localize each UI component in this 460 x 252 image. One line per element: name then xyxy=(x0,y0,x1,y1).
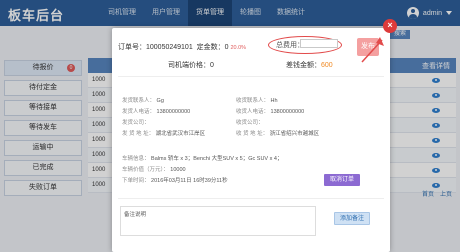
driver-price-row: 司机端价格：0 xyxy=(168,60,214,70)
field-label: 车辆信息： xyxy=(122,156,150,162)
deposit-value: 0 xyxy=(224,44,229,51)
field-label: 下单时间： xyxy=(122,178,150,184)
note-label: 备注说明 xyxy=(124,212,147,218)
field-value: 湖北省武汉市江岸区 xyxy=(155,131,206,137)
cancel-order-button[interactable]: 取消订单 xyxy=(324,174,360,186)
field-label: 发货公司： xyxy=(122,120,150,126)
price-diff-row: 差钱金额：600 xyxy=(286,60,333,70)
field-label: 发 货 地 址： xyxy=(122,131,155,137)
receiver-address: 收 货 地 址： 浙江省绍兴市越城区 xyxy=(236,129,319,137)
order-detail-modal: 订单号：100050249101 定金数：0 20.0% 总费用： 发布 司机端… xyxy=(112,28,390,252)
field-label: 收货公司： xyxy=(236,120,264,126)
receiver-phone: 收货人电话： 13800000000 xyxy=(236,107,304,115)
deposit-percent: 20.0% xyxy=(230,45,247,51)
driver-price-value: 0 xyxy=(210,62,214,69)
field-value: Balms 轿车 x 3；Benchi 大型SUV x 5；Gc SUV x 4… xyxy=(151,156,283,162)
publish-button[interactable]: 发布 xyxy=(357,38,379,56)
field-label: 发货人电话： xyxy=(122,109,156,115)
field-label: 车辆价值（万元）： xyxy=(122,167,169,173)
field-value: 13800000000 xyxy=(156,109,191,115)
note-textarea[interactable]: 备注说明 xyxy=(120,206,316,236)
sender-address: 发 货 地 址： 湖北省武汉市江岸区 xyxy=(122,129,205,137)
car-info: 车辆信息： Balms 轿车 x 3；Benchi 大型SUV x 5；Gc S… xyxy=(122,154,282,162)
receiver-name: 收货联系人： Hh xyxy=(236,96,278,104)
field-value: 浙江省绍兴市越城区 xyxy=(269,131,320,137)
field-value: 13800000000 xyxy=(270,109,305,115)
order-no-value: 100050249101 xyxy=(146,44,193,51)
price-diff-label: 差钱金额： xyxy=(286,62,321,69)
field-label: 收货联系人： xyxy=(236,98,270,104)
total-fee-input[interactable] xyxy=(300,39,338,48)
order-time: 下单时间： 2016年03月11日 16时39分11秒 xyxy=(122,176,228,184)
price-diff-value: 600 xyxy=(321,62,333,69)
field-label: 收 货 地 址： xyxy=(236,131,269,137)
car-value: 车辆价值（万元）： 10000 xyxy=(122,165,186,173)
receiver-company: 收货公司： xyxy=(236,118,264,126)
field-value: Gg xyxy=(156,98,164,104)
sender-company: 发货公司： xyxy=(122,118,150,126)
field-value: Hh xyxy=(270,98,278,104)
add-note-button[interactable]: 添加备注 xyxy=(334,212,370,225)
divider xyxy=(118,76,384,77)
deposit-label: 定金数： xyxy=(196,44,225,51)
field-label: 收货人电话： xyxy=(236,109,270,115)
close-icon[interactable]: × xyxy=(383,19,397,33)
driver-price-label: 司机端价格： xyxy=(168,62,210,69)
divider xyxy=(118,198,384,199)
order-summary-row: 订单号：100050249101 定金数：0 20.0% xyxy=(118,42,246,52)
sender-name: 发货联系人： Gg xyxy=(122,96,164,104)
field-value: 10000 xyxy=(170,167,186,173)
sender-phone: 发货人电话： 13800000000 xyxy=(122,107,190,115)
field-label: 发货联系人： xyxy=(122,98,156,104)
field-value: 2016年03月11日 16时39分11秒 xyxy=(151,178,228,184)
order-no-label: 订单号： xyxy=(118,44,146,51)
